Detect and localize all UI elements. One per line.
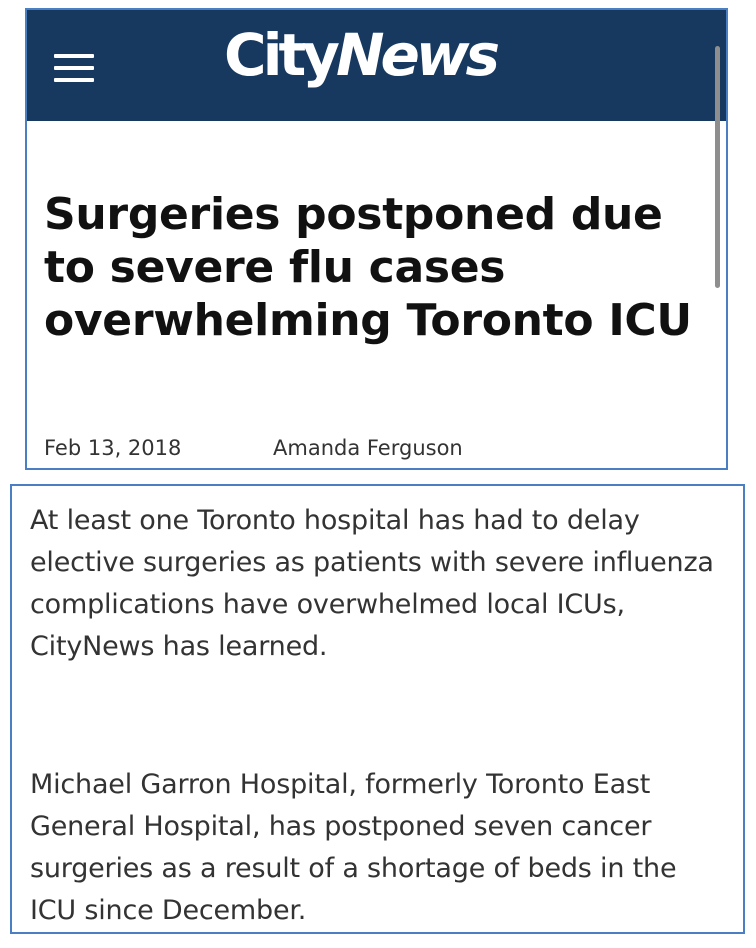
- article-paragraph: Michael Garron Hospital, formerly Toront…: [30, 769, 677, 926]
- article-header-card: CityNews Surgeries postponed due to seve…: [25, 8, 728, 470]
- logo-news-text: News: [335, 21, 500, 89]
- citynews-logo[interactable]: CityNews: [224, 26, 500, 84]
- site-header: CityNews: [27, 10, 726, 121]
- article-date: Feb 13, 2018: [44, 436, 182, 460]
- logo-city-text: City: [224, 21, 340, 89]
- article-body-card: At least one Toronto hospital has had to…: [10, 484, 745, 934]
- hamburger-menu-icon[interactable]: [54, 54, 94, 82]
- article-headline: Surgeries postponed due to severe flu ca…: [44, 189, 692, 346]
- article-author[interactable]: Amanda Ferguson: [273, 436, 463, 460]
- article-paragraph: At least one Toronto hospital has had to…: [30, 505, 714, 662]
- scrollbar[interactable]: [715, 46, 720, 288]
